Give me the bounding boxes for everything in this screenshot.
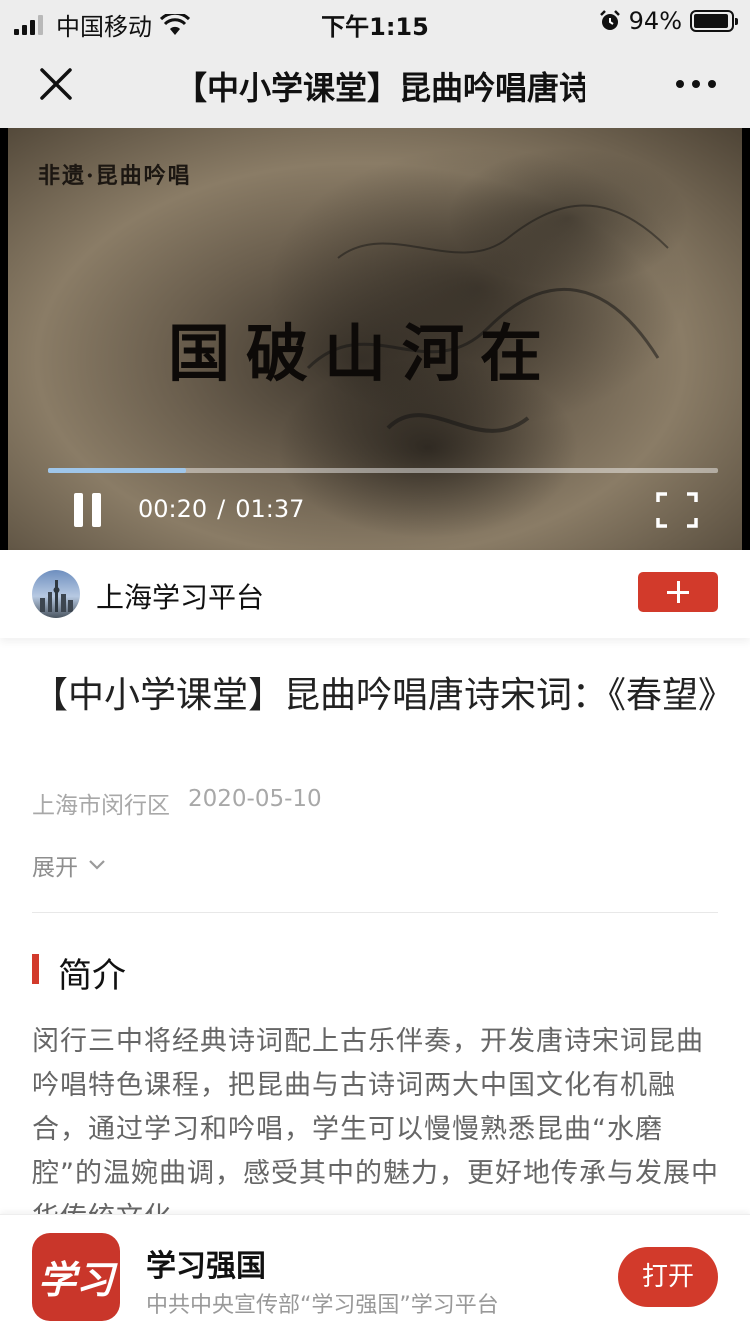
time-separator: / — [217, 495, 226, 523]
more-icon[interactable] — [676, 76, 716, 92]
article-date: 2020-05-10 — [188, 786, 322, 812]
progress-bar[interactable] — [48, 468, 718, 473]
article-location: 上海市闵行区 — [32, 793, 170, 819]
status-bar: 中国移动 下午1:15 94% — [0, 0, 750, 42]
article-intro: 闵行三中将经典诗词配上古乐伴奏，开发唐诗宋词昆曲吟唱特色课程，把昆曲与古诗词两大… — [32, 1026, 719, 1220]
expand-label: 展开 — [32, 855, 78, 881]
battery-fill — [694, 14, 728, 28]
battery-percent: 94% — [628, 7, 682, 35]
open-app-button[interactable]: 打开 — [618, 1247, 718, 1307]
progress-fill — [48, 468, 187, 473]
chevron-down-icon — [89, 860, 105, 870]
app-download-banner: 学习 学习强国 中共中央宣传部“学习强国”学习平台 打开 — [0, 1214, 750, 1334]
author-row: 上海学习平台 — [0, 550, 750, 638]
app-logo: 学习 — [32, 1233, 120, 1321]
app-description: 中共中央宣传部“学习强国”学习平台 — [146, 1293, 499, 1318]
close-icon[interactable] — [36, 64, 76, 104]
follow-button[interactable] — [638, 572, 718, 612]
section-title: 简介 — [58, 956, 126, 996]
article-meta: 上海市闵行区 2020-05-10 — [32, 786, 322, 820]
video-overlay-text: 国破山河在 — [168, 317, 559, 390]
video-frame[interactable]: 非遗·昆曲吟唱 国破山河在 00:20 / 01:37 — [8, 128, 742, 550]
video-player[interactable]: 非遗·昆曲吟唱 国破山河在 00:20 / 01:37 — [0, 128, 750, 550]
avatar[interactable] — [32, 570, 80, 618]
video-watermark: 非遗·昆曲吟唱 — [38, 163, 192, 189]
expand-button[interactable]: 展开 — [32, 848, 106, 882]
alarm-icon — [599, 10, 620, 30]
fullscreen-icon[interactable] — [656, 492, 698, 528]
author-name[interactable]: 上海学习平台 — [96, 576, 264, 616]
section-marker — [32, 954, 39, 984]
current-time: 00:20 — [138, 495, 208, 523]
nav-bar: 【中小学课堂】昆曲吟唱唐诗宋词：《春望》 — [0, 42, 750, 128]
divider — [32, 912, 718, 913]
duration: 01:37 — [235, 495, 305, 523]
app-logo-text: 学习 — [38, 1257, 115, 1302]
article-title: 【中小学课堂】昆曲吟唱唐诗宋词：《春望》 — [32, 675, 735, 716]
battery-icon — [690, 10, 738, 32]
page-title: 【中小学课堂】昆曲吟唱唐诗宋词：《春望》 — [175, 69, 585, 107]
app-name: 学习强国 — [146, 1249, 266, 1284]
time-display: 00:20 / 01:37 — [138, 495, 304, 523]
pause-button[interactable] — [72, 493, 104, 529]
status-right: 94% — [599, 7, 738, 35]
